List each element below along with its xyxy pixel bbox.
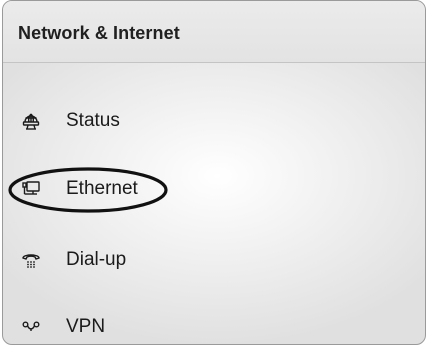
ethernet-monitor-icon bbox=[22, 181, 40, 195]
nav-item-vpn-label: VPN bbox=[66, 316, 106, 337]
nav-item-vpn[interactable]: VPN bbox=[3, 300, 425, 344]
nav-item-dial-up[interactable]: Dial-up bbox=[3, 233, 425, 287]
phone-icon bbox=[22, 254, 40, 268]
nav-item-status[interactable]: Status bbox=[3, 94, 425, 148]
nav-item-dial-up-label: Dial-up bbox=[66, 249, 127, 270]
nav-item-ethernet[interactable]: Ethernet bbox=[3, 162, 425, 216]
nav-item-status-label: Status bbox=[66, 110, 120, 131]
globe-icon bbox=[22, 113, 40, 130]
nav-item-ethernet-label: Ethernet bbox=[66, 178, 138, 199]
page-title: Network & Internet bbox=[18, 23, 180, 43]
settings-window: Network & Internet Status Ethernet Dial-… bbox=[2, 0, 426, 345]
vpn-link-icon bbox=[22, 321, 40, 331]
title-bar: Network & Internet bbox=[3, 1, 425, 63]
